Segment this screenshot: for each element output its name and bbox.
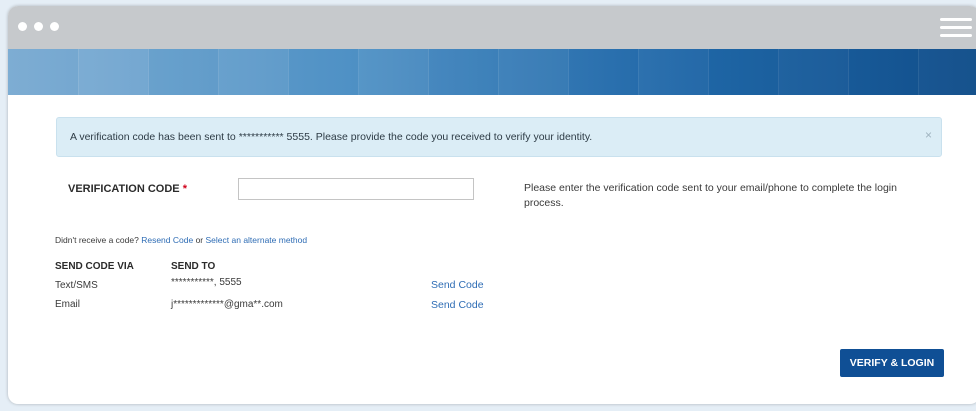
close-icon[interactable]: ×: [925, 128, 932, 142]
verification-code-label-text: VERIFICATION CODE: [68, 183, 180, 195]
resend-line: Didn't receive a code? Resend Code or Se…: [55, 235, 307, 245]
send-code-via-header: SEND CODE VIA: [55, 261, 134, 272]
browser-window: A verification code has been sent to ***…: [8, 6, 976, 404]
verification-alert: A verification code has been sent to ***…: [56, 117, 942, 157]
window-dot-icon: [18, 22, 27, 31]
resend-code-link[interactable]: Resend Code: [141, 235, 193, 245]
verification-help-text: Please enter the verification code sent …: [524, 182, 897, 209]
header-banner: [8, 49, 976, 95]
resend-or: or: [195, 235, 204, 245]
verification-code-label: VERIFICATION CODE *: [68, 183, 187, 195]
alert-message: A verification code has been sent to ***…: [70, 131, 593, 143]
method-to-sms: ***********, 5555: [171, 277, 242, 288]
method-via-email: Email: [55, 299, 81, 310]
resend-prefix: Didn't receive a code?: [55, 235, 139, 245]
hamburger-menu-icon[interactable]: [940, 18, 972, 38]
verify-login-button[interactable]: VERIFY & LOGIN: [840, 349, 944, 377]
window-titlebar: [8, 6, 976, 49]
send-code-sms-link[interactable]: Send Code: [431, 279, 484, 291]
verification-code-input[interactable]: [238, 178, 474, 200]
method-to-email: j*************@gma**.com: [171, 299, 283, 310]
method-via-sms: Text/SMS: [55, 280, 98, 291]
required-marker: *: [182, 183, 187, 195]
window-dot-icon: [50, 22, 59, 31]
send-code-email-link[interactable]: Send Code: [431, 299, 484, 311]
alternate-method-link[interactable]: Select an alternate method: [206, 235, 308, 245]
send-to-header: SEND TO: [171, 261, 216, 272]
window-dot-icon: [34, 22, 43, 31]
